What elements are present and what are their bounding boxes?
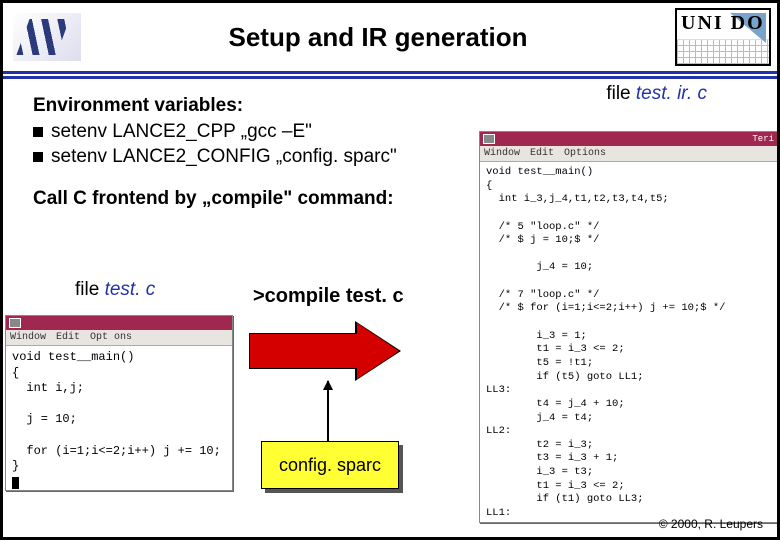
file-ir-label: file test. ir. c bbox=[606, 83, 707, 105]
menu-item[interactable]: Edit bbox=[56, 332, 80, 343]
logo-right-text: UNI DO bbox=[681, 12, 765, 35]
menu-item[interactable]: Window bbox=[484, 148, 520, 159]
code-text: void test__main() { int i_3,j_4,t1,t2,t3… bbox=[486, 166, 725, 519]
header: Setup and IR generation UNI DO bbox=[3, 3, 777, 71]
file-testc-label: file test. c bbox=[75, 279, 155, 301]
logo-left bbox=[13, 13, 81, 61]
compile-command: >compile test. c bbox=[253, 285, 404, 308]
arrow-right-icon bbox=[249, 323, 403, 379]
file-prefix: file bbox=[75, 279, 105, 300]
copyright: © 2000, R. Leupers bbox=[659, 517, 763, 531]
bullet-icon bbox=[33, 152, 43, 162]
bullet-icon bbox=[33, 127, 43, 137]
window-title: Teri bbox=[752, 134, 774, 144]
menu-item[interactable]: Options bbox=[564, 148, 606, 159]
terminal-body: void test__main() { int i,j; j = 10; for… bbox=[6, 346, 232, 490]
cursor-icon bbox=[12, 477, 19, 489]
window-menu-icon[interactable] bbox=[9, 318, 21, 328]
code-text: void test__main() { int i,j; j = 10; for… bbox=[12, 350, 221, 473]
terminal-right: Teri Window Edit Options void test__main… bbox=[479, 131, 779, 523]
file-testc-name: test. c bbox=[105, 279, 156, 300]
window-menu-icon[interactable] bbox=[483, 134, 495, 144]
menubar: Window Edit Opt ons bbox=[6, 330, 232, 346]
file-prefix: file bbox=[606, 83, 636, 104]
menubar: Window Edit Options bbox=[480, 146, 778, 162]
logo-right: UNI DO bbox=[675, 8, 771, 66]
arrow-up-icon bbox=[327, 381, 329, 441]
menu-item[interactable]: Opt ons bbox=[90, 332, 132, 343]
titlebar bbox=[6, 316, 232, 330]
terminal-left: Window Edit Opt ons void test__main() { … bbox=[5, 315, 233, 491]
menu-item[interactable]: Window bbox=[10, 332, 46, 343]
slide: Setup and IR generation UNI DO file test… bbox=[0, 0, 780, 540]
config-label: config. sparc bbox=[279, 455, 381, 476]
content: file test. ir. c Environment variables: … bbox=[3, 79, 777, 537]
titlebar: Teri bbox=[480, 132, 778, 146]
config-box: config. sparc bbox=[261, 441, 399, 489]
menu-item[interactable]: Edit bbox=[530, 148, 554, 159]
env-item-text: setenv LANCE2_CPP „gcc –E" bbox=[51, 119, 312, 145]
file-ir-name: test. ir. c bbox=[636, 83, 707, 104]
divider bbox=[3, 71, 777, 79]
env-item-text: setenv LANCE2_CONFIG „config. sparc" bbox=[51, 144, 397, 170]
slide-title: Setup and IR generation bbox=[81, 22, 675, 53]
terminal-body: void test__main() { int i_3,j_4,t1,t2,t3… bbox=[480, 162, 778, 522]
